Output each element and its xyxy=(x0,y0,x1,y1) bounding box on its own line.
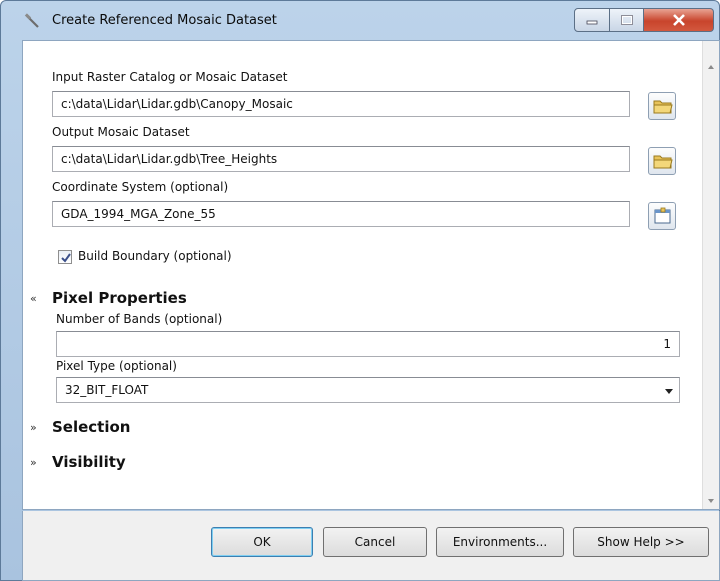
cancel-button[interactable]: Cancel xyxy=(323,527,427,557)
selection-title[interactable]: Selection xyxy=(52,418,130,436)
ok-button[interactable]: OK xyxy=(211,527,313,557)
pixel-type-value: 32_BIT_FLOAT xyxy=(65,383,149,397)
number-of-bands-label: Number of Bands (optional) xyxy=(56,312,223,326)
scroll-up-arrow-icon[interactable] xyxy=(708,65,714,69)
browse-output-button[interactable] xyxy=(648,147,676,175)
expand-visibility-icon[interactable]: » xyxy=(30,456,37,469)
pixel-type-label: Pixel Type (optional) xyxy=(56,359,177,373)
show-help-button[interactable]: Show Help >> xyxy=(573,527,709,557)
title-bar[interactable]: Create Referenced Mosaic Dataset xyxy=(0,0,718,40)
output-dataset-label: Output Mosaic Dataset xyxy=(52,125,190,139)
input-catalog-label: Input Raster Catalog or Mosaic Dataset xyxy=(52,70,288,84)
output-dataset-field[interactable]: c:\data\Lidar\Lidar.gdb\Tree_Heights xyxy=(52,146,630,172)
coordinate-system-properties-button[interactable] xyxy=(648,202,676,230)
build-boundary-label[interactable]: Build Boundary (optional) xyxy=(78,249,232,263)
build-boundary-checkbox[interactable] xyxy=(58,250,72,264)
window-controls xyxy=(574,8,714,32)
number-of-bands-field[interactable]: 1 xyxy=(56,331,680,357)
browse-input-button[interactable] xyxy=(648,92,676,120)
pixel-type-select[interactable]: 32_BIT_FLOAT xyxy=(56,377,680,403)
folder-icon xyxy=(653,155,673,169)
close-icon xyxy=(672,14,685,26)
coordinate-system-field[interactable]: GDA_1994_MGA_Zone_55 xyxy=(52,201,630,227)
close-button[interactable] xyxy=(644,8,714,32)
pixel-properties-title[interactable]: Pixel Properties xyxy=(52,289,187,307)
properties-icon xyxy=(654,207,671,224)
coordinate-system-label: Coordinate System (optional) xyxy=(52,180,229,194)
input-catalog-field[interactable]: c:\data\Lidar\Lidar.gdb\Canopy_Mosaic xyxy=(52,91,630,117)
collapse-pixel-properties-icon[interactable]: « xyxy=(30,292,37,305)
environments-button[interactable]: Environments... xyxy=(436,527,564,557)
expand-selection-icon[interactable]: » xyxy=(30,421,37,434)
visibility-title[interactable]: Visibility xyxy=(52,453,126,471)
scroll-down-arrow-icon[interactable] xyxy=(708,499,714,503)
dropdown-arrow-icon[interactable] xyxy=(665,389,673,394)
checkmark-icon xyxy=(61,253,71,263)
maximize-button[interactable] xyxy=(610,8,644,32)
vertical-scrollbar[interactable] xyxy=(702,41,719,509)
maximize-icon xyxy=(620,15,633,25)
hammer-icon xyxy=(22,13,42,33)
minimize-button[interactable] xyxy=(574,8,610,32)
minimize-icon xyxy=(586,20,598,25)
folder-icon xyxy=(653,100,673,114)
window-title: Create Referenced Mosaic Dataset xyxy=(52,13,277,28)
